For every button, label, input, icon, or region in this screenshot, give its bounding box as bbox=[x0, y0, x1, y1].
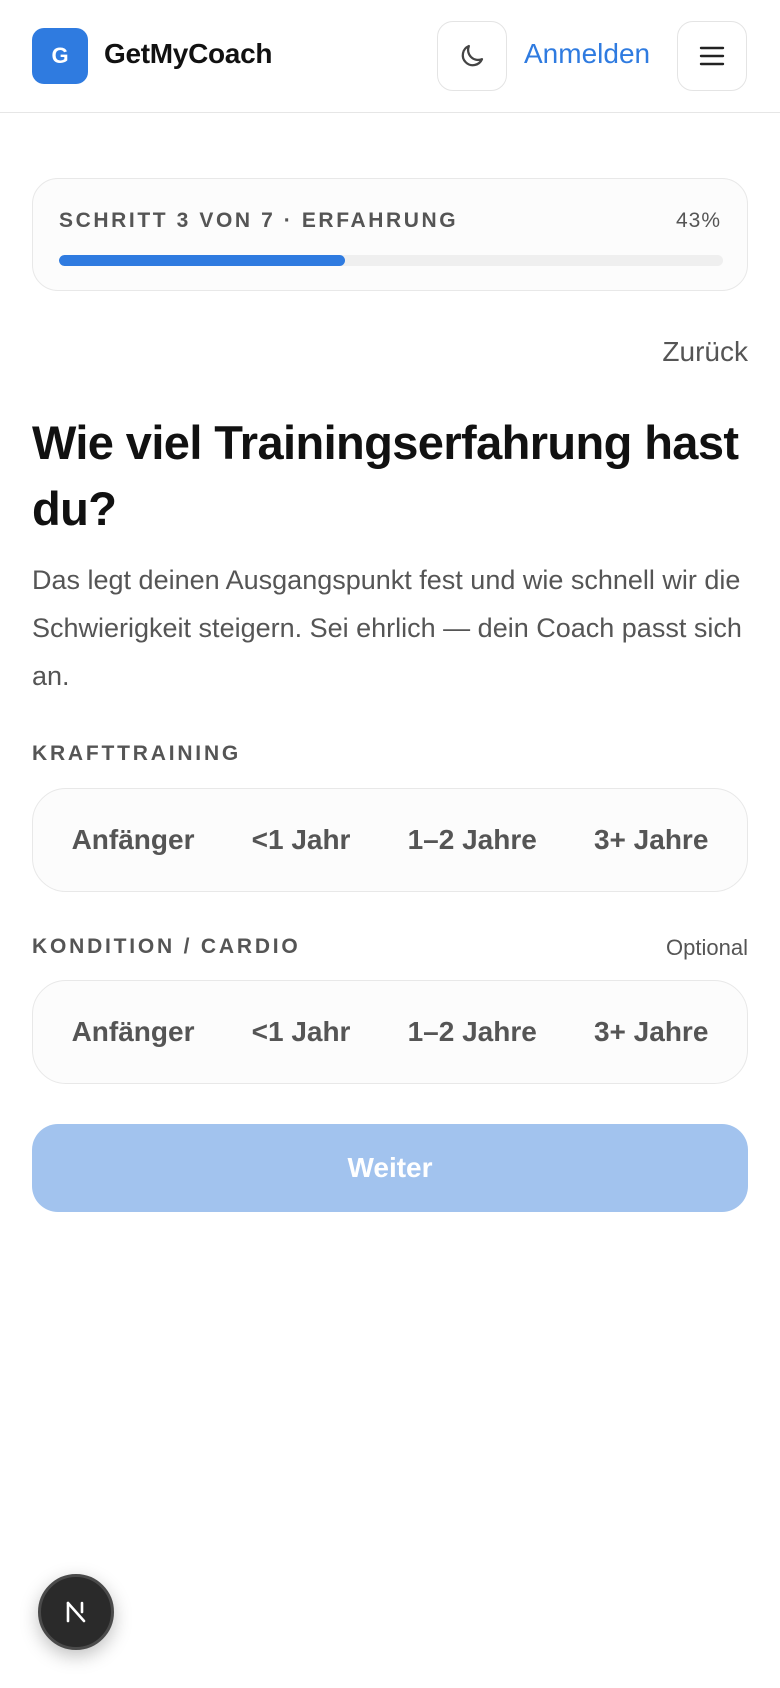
next-button[interactable]: Weiter bbox=[32, 1124, 748, 1212]
logo-badge[interactable]: G bbox=[32, 28, 88, 84]
strength-section-label: KRAFTTRAINING bbox=[32, 742, 242, 765]
logo-letter: G bbox=[51, 43, 69, 68]
login-link[interactable]: Anmelden bbox=[524, 38, 650, 70]
nextjs-icon bbox=[66, 1601, 86, 1623]
back-link[interactable]: Zurück bbox=[662, 336, 748, 368]
step-label: SCHRITT 3 VON 7 · ERFAHRUNG bbox=[59, 209, 459, 232]
strength-option-beginner[interactable]: Anfänger bbox=[58, 814, 209, 866]
nextjs-dev-badge[interactable] bbox=[38, 1574, 114, 1650]
optional-label: Optional bbox=[666, 935, 748, 960]
strength-option-3-plus-years[interactable]: 3+ Jahre bbox=[580, 814, 722, 866]
progress-card: SCHRITT 3 VON 7 · ERFAHRUNG 43% bbox=[32, 178, 748, 291]
cardio-section-label: KONDITION / CARDIO bbox=[32, 935, 301, 958]
app-header: G GetMyCoach Anmelden bbox=[0, 0, 780, 113]
moon-icon bbox=[461, 44, 484, 67]
menu-button[interactable] bbox=[677, 21, 747, 91]
strength-option-1-2-years[interactable]: 1–2 Jahre bbox=[394, 814, 551, 866]
theme-toggle-button[interactable] bbox=[437, 21, 507, 91]
cardio-option-less-1-year[interactable]: <1 Jahr bbox=[238, 1006, 365, 1058]
cardio-option-1-2-years[interactable]: 1–2 Jahre bbox=[394, 1006, 551, 1058]
cardio-option-beginner[interactable]: Anfänger bbox=[58, 1006, 209, 1058]
hamburger-icon bbox=[699, 46, 725, 66]
question-title: Wie viel Trainingserfahrung hast du? bbox=[32, 416, 739, 535]
question-subtitle: Das legt deinen Ausgangspunkt fest und w… bbox=[32, 565, 742, 691]
progress-fill bbox=[59, 255, 345, 266]
progress-percent: 43% bbox=[675, 209, 721, 232]
strength-segmented-control: Anfänger <1 Jahr 1–2 Jahre 3+ Jahre bbox=[32, 788, 748, 892]
strength-option-less-1-year[interactable]: <1 Jahr bbox=[238, 814, 365, 866]
cardio-segmented-control: Anfänger <1 Jahr 1–2 Jahre 3+ Jahre bbox=[32, 980, 748, 1084]
cardio-option-3-plus-years[interactable]: 3+ Jahre bbox=[580, 1006, 722, 1058]
progress-track bbox=[59, 255, 723, 266]
app-name[interactable]: GetMyCoach bbox=[104, 38, 272, 70]
